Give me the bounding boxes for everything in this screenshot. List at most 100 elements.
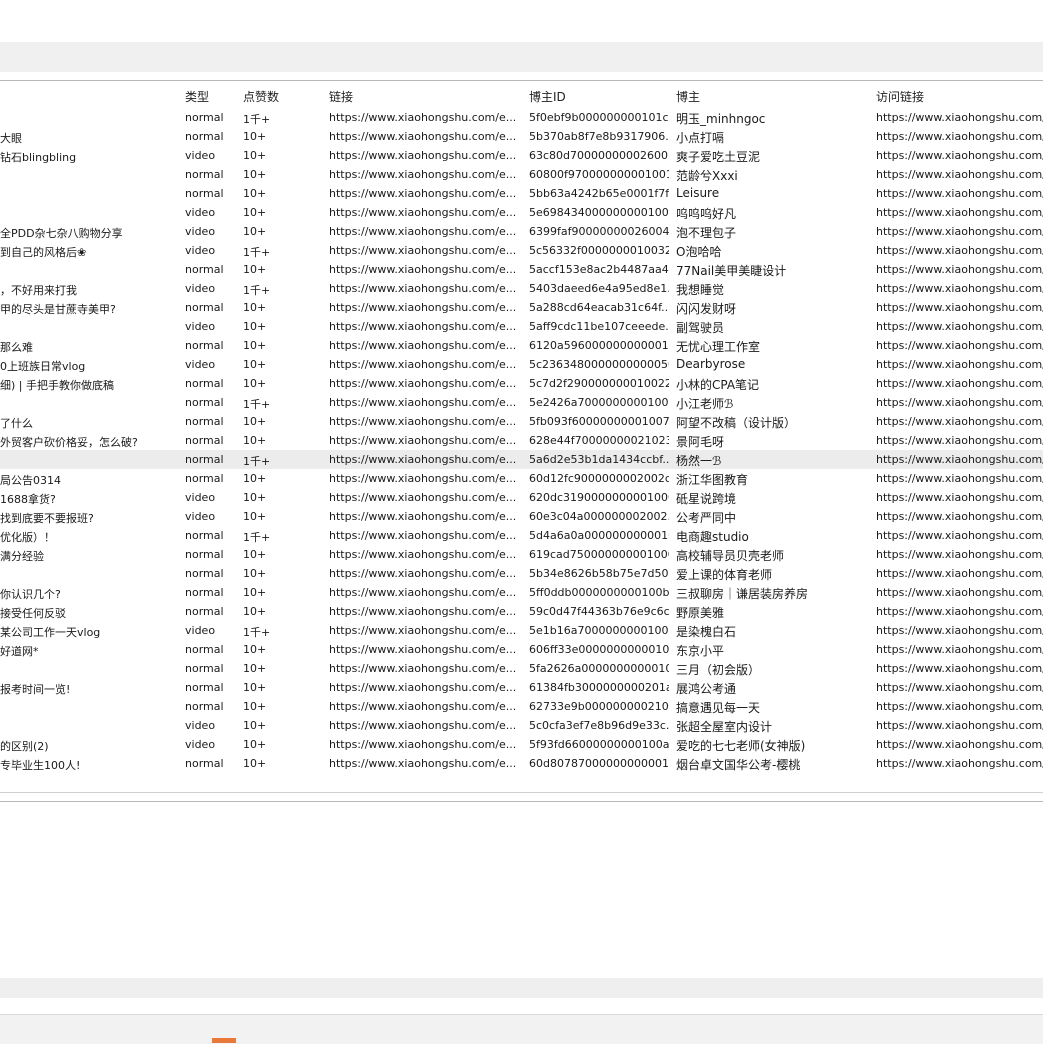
- likes-cell: 1千+: [243, 626, 271, 639]
- blogger-cell: 我想睡觉: [676, 283, 725, 297]
- window-top-area: [0, 0, 1043, 42]
- table-row[interactable]: 甲的尽头是甘蔗寺美甲? normal 10+ https://www.xiaohong…: [0, 298, 1043, 317]
- visit-link-cell: https://www.xiaohongshu.com/: [876, 472, 1043, 485]
- table-row[interactable]: ，不好用来打我 video 1千+ https://www.xiaohongshu.c…: [0, 279, 1043, 298]
- table-row[interactable]: normal 10+ https://www.xiaohongshu.com/e..…: [0, 564, 1043, 583]
- header-type[interactable]: 类型: [185, 88, 209, 105]
- taskbar-app-icon[interactable]: [212, 1038, 236, 1043]
- table-row[interactable]: 了什么 normal 10+ https://www.xiaohongshu.com/…: [0, 412, 1043, 431]
- table-row[interactable]: normal 10+ https://www.xiaohongshu.com/e..…: [0, 184, 1043, 203]
- header-visit-link[interactable]: 访问链接: [876, 88, 924, 105]
- type-cell: normal: [185, 434, 224, 447]
- table-row[interactable]: normal 1千+ https://www.xiaohongshu.com/e..…: [0, 393, 1043, 412]
- blogger-cell: Dearbyrose: [676, 357, 746, 371]
- header-likes[interactable]: 点赞数: [243, 88, 279, 105]
- table-row[interactable]: 满分经验 normal 10+ https://www.xiaohongshu.com…: [0, 545, 1043, 564]
- table-row[interactable]: 钻石blingbling video 10+ https://www.xiaohong…: [0, 146, 1043, 165]
- blogger-cell: 爱吃的七七老师(女神版): [676, 739, 806, 753]
- visit-link-cell: https://www.xiaohongshu.com/: [876, 225, 1043, 238]
- visit-link-cell: https://www.xiaohongshu.com/: [876, 339, 1043, 352]
- type-cell: normal: [185, 662, 224, 675]
- blogger-cell: 阿望不改稿（设计版）: [676, 416, 797, 430]
- link-cell: https://www.xiaohongshu.com/e...: [329, 757, 517, 770]
- header-blogger-id[interactable]: 博主ID: [529, 88, 566, 105]
- visit-link-cell: https://www.xiaohongshu.com/: [876, 738, 1043, 751]
- visit-link-cell: https://www.xiaohongshu.com/: [876, 244, 1043, 257]
- table-row[interactable]: 你认识几个? normal 10+ https://www.xiaohongshu.c…: [0, 583, 1043, 602]
- table-row[interactable]: 外贸客户砍价格妥，怎么破? normal 10+ https://www.xiaoho…: [0, 431, 1043, 450]
- blogger-cell: 景阿毛呀: [676, 435, 725, 449]
- visit-link-cell: https://www.xiaohongshu.com/: [876, 263, 1043, 276]
- table-row[interactable]: 好道网* normal 10+ https://www.xiaohongshu.com…: [0, 640, 1043, 659]
- status-bar: [0, 1014, 1043, 1044]
- table-row[interactable]: 找到底要不要报班? video 10+ https://www.xiaohongshu…: [0, 507, 1043, 526]
- likes-cell: 1千+: [243, 246, 271, 259]
- title-cell: 局公告0314: [0, 474, 61, 487]
- table-row[interactable]: 全PDD杂七杂八购物分享 video 10+ https://www.xiaohong…: [0, 222, 1043, 241]
- header-link[interactable]: 链接: [329, 88, 353, 105]
- link-cell: https://www.xiaohongshu.com/e...: [329, 700, 517, 713]
- table-row[interactable]: 局公告0314 normal 10+ https://www.xiaohongshu.…: [0, 469, 1043, 488]
- table-row[interactable]: 优化版）！ normal 1千+ https://www.xiaohongshu.co…: [0, 526, 1043, 545]
- type-cell: normal: [185, 529, 224, 542]
- table-row[interactable]: 0上班族日常vlog video 10+ https://www.xiaohongsh…: [0, 355, 1043, 374]
- blogger-cell: 范龄兮Xxxi: [676, 169, 738, 183]
- table-row[interactable]: 那么难 normal 10+ https://www.xiaohongshu.com/…: [0, 336, 1043, 355]
- blogger-id-cell: 5c7d2f290000000010022...: [529, 377, 669, 390]
- header-blogger[interactable]: 博主: [676, 88, 700, 105]
- table-body: normal 1千+ https://www.xiaohongshu.com/e..…: [0, 108, 1043, 773]
- title-cell: 专毕业生100人!: [0, 759, 81, 772]
- likes-cell: 10+: [243, 510, 267, 523]
- table-row[interactable]: normal 1千+ https://www.xiaohongshu.com/e..…: [0, 108, 1043, 127]
- table-row[interactable]: normal 10+ https://www.xiaohongshu.com/e..…: [0, 659, 1043, 678]
- table-row[interactable]: video 10+ https://www.xiaohongshu.com/e...…: [0, 203, 1043, 222]
- title-cell: 报考时间一览!: [0, 683, 71, 696]
- table-row[interactable]: 的区别(2) video 10+ https://www.xiaohongshu.co…: [0, 735, 1043, 754]
- link-cell: https://www.xiaohongshu.com/e...: [329, 339, 517, 352]
- likes-cell: 10+: [243, 586, 267, 599]
- horizontal-scrollbar[interactable]: [0, 978, 1043, 998]
- link-cell: https://www.xiaohongshu.com/e...: [329, 681, 517, 694]
- data-grid[interactable]: 类型 点赞数 链接 博主ID 博主 访问链接 normal 1千+ https://…: [0, 80, 1043, 802]
- title-cell: 了什么: [0, 417, 33, 430]
- visit-link-cell: https://www.xiaohongshu.com/: [876, 491, 1043, 504]
- blogger-cell: 闪闪发财呀: [676, 302, 737, 316]
- likes-cell: 10+: [243, 719, 267, 732]
- table-row[interactable]: video 10+ https://www.xiaohongshu.com/e...…: [0, 716, 1043, 735]
- likes-cell: 10+: [243, 263, 267, 276]
- table-row[interactable]: normal 10+ https://www.xiaohongshu.com/e..…: [0, 260, 1043, 279]
- visit-link-cell: https://www.xiaohongshu.com/: [876, 320, 1043, 333]
- link-cell: https://www.xiaohongshu.com/e...: [329, 244, 517, 257]
- table-row[interactable]: normal 10+ https://www.xiaohongshu.com/e..…: [0, 165, 1043, 184]
- visit-link-cell: https://www.xiaohongshu.com/: [876, 605, 1043, 618]
- table-row[interactable]: normal 10+ https://www.xiaohongshu.com/e..…: [0, 697, 1043, 716]
- type-cell: video: [185, 358, 216, 371]
- type-cell: normal: [185, 396, 224, 409]
- link-cell: https://www.xiaohongshu.com/e...: [329, 225, 517, 238]
- table-row[interactable]: 接受任何反驳 normal 10+ https://www.xiaohongshu.c…: [0, 602, 1043, 621]
- link-cell: https://www.xiaohongshu.com/e...: [329, 358, 517, 371]
- table-row[interactable]: 1688拿货? video 10+ https://www.xiaohongshu.c…: [0, 488, 1043, 507]
- table-row[interactable]: 专毕业生100人! normal 10+ https://www.xiaohongsh…: [0, 754, 1043, 773]
- blogger-id-cell: 6120a596000000000001001...: [529, 339, 669, 352]
- visit-link-cell: https://www.xiaohongshu.com/: [876, 358, 1043, 371]
- link-cell: https://www.xiaohongshu.com/e...: [329, 719, 517, 732]
- table-row[interactable]: 某公司工作一天vlog video 1千+ https://www.xiaohongs…: [0, 621, 1043, 640]
- type-cell: normal: [185, 130, 224, 143]
- visit-link-cell: https://www.xiaohongshu.com/: [876, 168, 1043, 181]
- table-row[interactable]: 细) | 手把手教你做底稿 normal 10+ https://www.xiaoho…: [0, 374, 1043, 393]
- blogger-id-cell: 5aff9cdc11be107ceeede...: [529, 320, 669, 333]
- visit-link-cell: https://www.xiaohongshu.com/: [876, 681, 1043, 694]
- table-row[interactable]: video 10+ https://www.xiaohongshu.com/e...…: [0, 317, 1043, 336]
- type-cell: normal: [185, 301, 224, 314]
- table-row[interactable]: 到自己的风格后❀ video 1千+ https://www.xiaohongshu.…: [0, 241, 1043, 260]
- type-cell: normal: [185, 548, 224, 561]
- table-row[interactable]: 报考时间一览! normal 10+ https://www.xiaohongshu.…: [0, 678, 1043, 697]
- blogger-id-cell: 5f0ebf9b000000000101c...: [529, 111, 669, 124]
- likes-cell: 10+: [243, 358, 267, 371]
- link-cell: https://www.xiaohongshu.com/e...: [329, 282, 517, 295]
- table-row[interactable]: normal 1千+ https://www.xiaohongshu.com/e..…: [0, 450, 1043, 469]
- table-row[interactable]: 大眼 normal 10+ https://www.xiaohongshu.com/e…: [0, 127, 1043, 146]
- blogger-id-cell: 5f93fd66000000000100a...: [529, 738, 669, 751]
- link-cell: https://www.xiaohongshu.com/e...: [329, 605, 517, 618]
